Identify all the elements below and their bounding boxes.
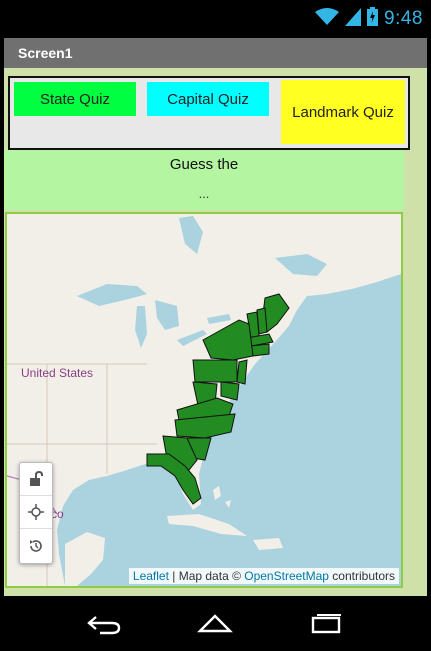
attribution-suffix: contributors <box>328 569 395 583</box>
back-icon[interactable] <box>78 606 130 642</box>
quiz-button-bar: State Quiz Capital Quiz Landmark Quiz <box>8 76 410 150</box>
signal-icon <box>345 7 362 31</box>
state-connecticut-ri[interactable] <box>250 343 270 357</box>
status-icons: 9:48 <box>315 6 423 32</box>
status-bar: 9:48 <box>0 0 431 38</box>
lock-icon[interactable] <box>20 463 52 496</box>
prompt-title: Guess the <box>169 156 239 173</box>
osm-link[interactable]: OpenStreetMap <box>244 569 329 583</box>
map-view[interactable]: United States co Leaflet | Map data © Op… <box>5 212 403 588</box>
navigation-bar <box>0 596 431 651</box>
state-new-jersey[interactable] <box>236 359 248 385</box>
clock-time: 9:48 <box>384 8 423 29</box>
app-screen: State Quiz Capital Quiz Landmark Quiz Gu… <box>4 68 427 596</box>
map-controls <box>19 462 53 564</box>
recents-icon[interactable] <box>300 606 352 642</box>
landmark-quiz-button[interactable]: Landmark Quiz <box>281 80 405 144</box>
map-canvas: United States co <box>7 214 401 586</box>
battery-icon <box>367 7 379 31</box>
state-pennsylvania[interactable] <box>192 359 238 383</box>
attribution-separator: | Map data © <box>168 569 245 583</box>
prompt-answer-placeholder: ... <box>198 186 210 201</box>
leaflet-link[interactable]: Leaflet <box>133 569 169 583</box>
state-quiz-button[interactable]: State Quiz <box>14 82 136 116</box>
map-attribution: Leaflet | Map data © OpenStreetMap contr… <box>128 568 399 584</box>
device-screen: 9:48 Screen1 State Quiz Capital Quiz Lan… <box>0 0 431 651</box>
wifi-icon <box>315 7 340 31</box>
country-label: United States <box>21 366 93 380</box>
locate-icon[interactable] <box>20 496 52 529</box>
question-prompt: Guess the ... <box>4 150 404 210</box>
capital-quiz-button[interactable]: Capital Quiz <box>147 82 269 116</box>
home-icon[interactable] <box>189 606 241 642</box>
screen-title: Screen1 <box>4 38 427 68</box>
reset-icon[interactable] <box>20 529 52 562</box>
